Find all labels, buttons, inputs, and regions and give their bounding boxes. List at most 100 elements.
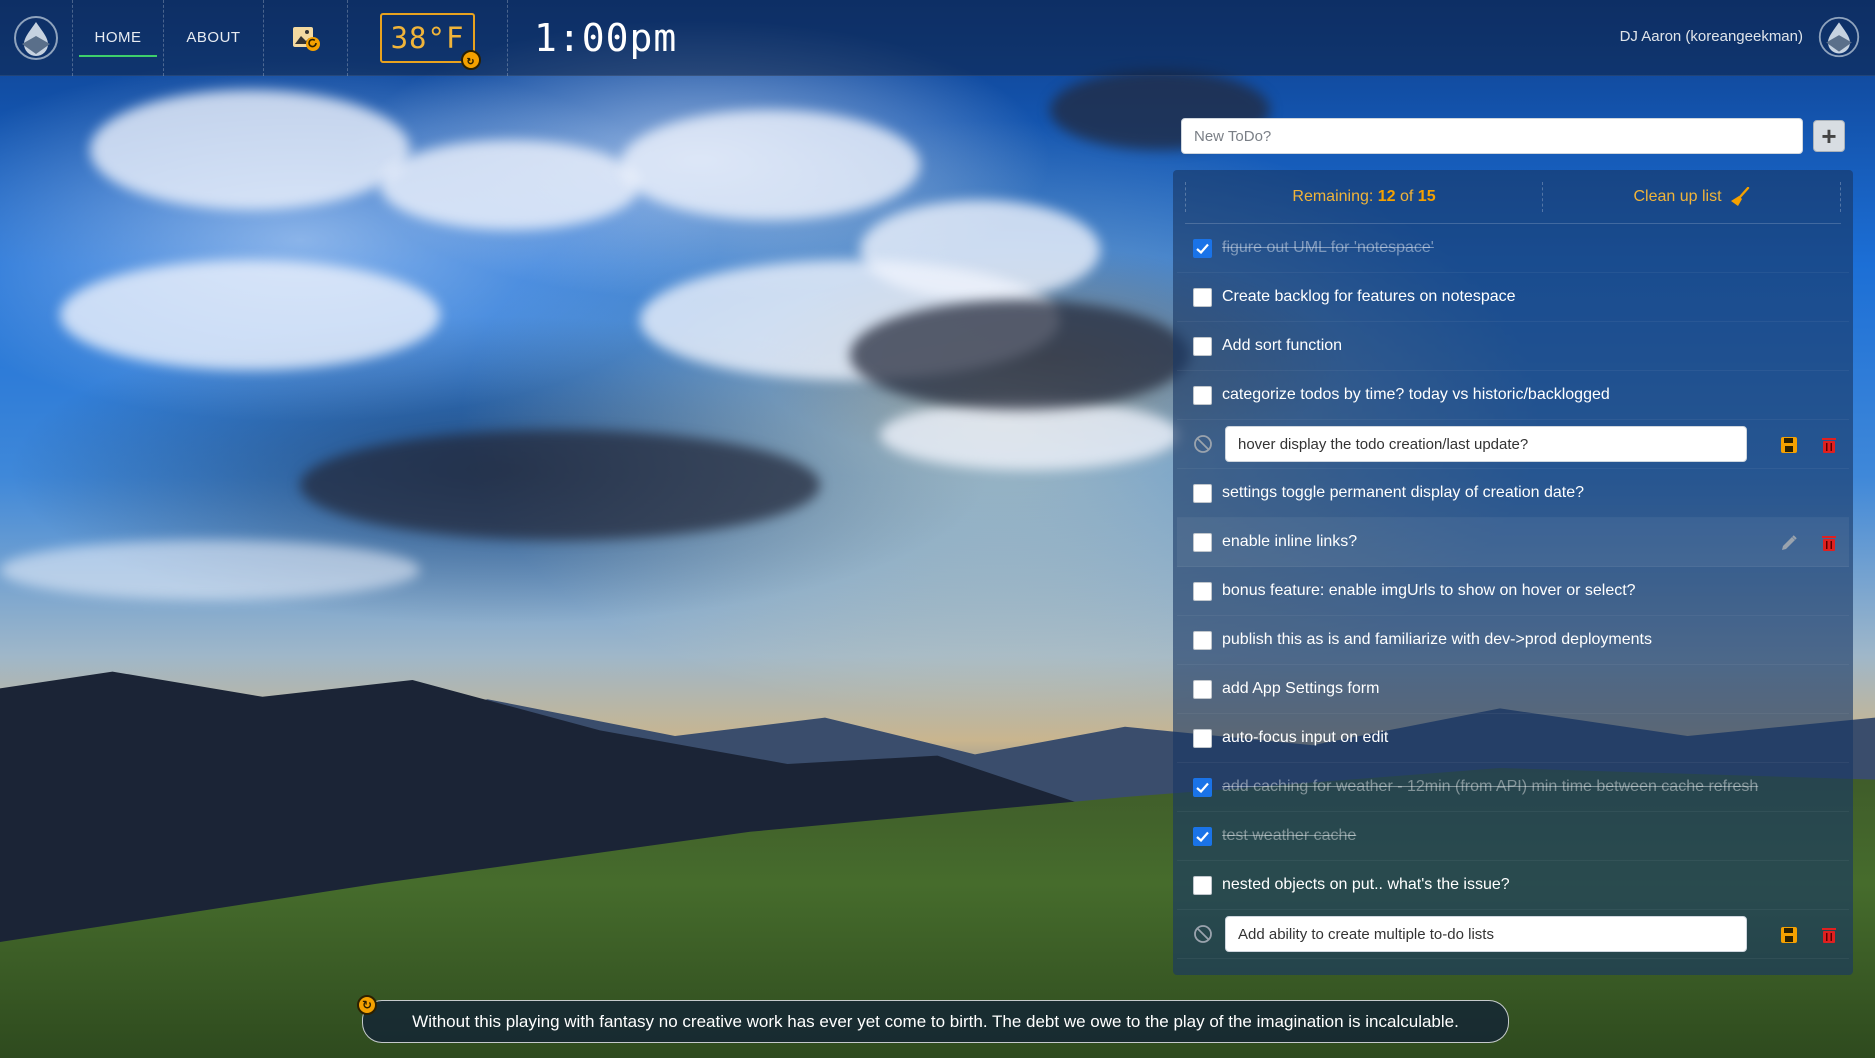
todo-checkbox[interactable] xyxy=(1193,385,1212,405)
todo-checkbox[interactable] xyxy=(1193,483,1212,503)
clock: 1:00pm xyxy=(534,15,678,60)
bg-image-refresh-button[interactable] xyxy=(264,0,348,76)
todo-item[interactable]: add caching for weather - 12min (from AP… xyxy=(1177,763,1849,812)
cloud xyxy=(880,400,1180,470)
todo-checkbox[interactable] xyxy=(1193,532,1212,552)
remaining-counter: Remaining: 12 of 15 xyxy=(1185,181,1543,212)
todo-item[interactable]: enable inline links? xyxy=(1177,518,1849,567)
cancel-icon[interactable] xyxy=(1193,924,1213,944)
todo-item[interactable]: nested objects on put.. what's the issue… xyxy=(1177,861,1849,910)
todo-checkbox[interactable] xyxy=(1193,581,1212,601)
todo-text: categorize todos by time? today vs histo… xyxy=(1222,386,1610,403)
check-icon xyxy=(1196,831,1209,842)
remaining-total: 15 xyxy=(1417,187,1436,205)
broom-icon xyxy=(1730,186,1749,206)
todo-item[interactable]: Create backlog for features on notespace xyxy=(1177,273,1849,322)
clean-up-list-button[interactable]: Clean up list xyxy=(1543,181,1841,212)
remaining-count: 12 xyxy=(1377,187,1396,205)
cloud xyxy=(620,110,920,220)
todo-text: auto-focus input on edit xyxy=(1222,729,1389,746)
todo-edit-input[interactable] xyxy=(1225,426,1747,462)
cloud xyxy=(0,540,420,600)
clean-up-label: Clean up list xyxy=(1633,187,1722,205)
cloud xyxy=(380,140,640,230)
avatar[interactable] xyxy=(1817,15,1861,59)
todo-text: test weather cache xyxy=(1222,827,1357,844)
todo-checkbox[interactable] xyxy=(1193,777,1212,797)
new-todo-form: + xyxy=(1181,118,1851,154)
todo-item[interactable] xyxy=(1177,420,1849,469)
cloud xyxy=(300,430,820,540)
todo-checkbox[interactable] xyxy=(1193,336,1212,356)
weather-widget: 38°F ↻ xyxy=(348,0,508,76)
todo-item[interactable] xyxy=(1177,910,1849,959)
todo-text: publish this as is and familiarize with … xyxy=(1222,631,1652,648)
todo-text: enable inline links? xyxy=(1222,533,1358,550)
todo-text: figure out UML for 'notespace' xyxy=(1222,239,1434,256)
delete-todo-button[interactable] xyxy=(1819,435,1839,455)
todo-item[interactable]: categorize todos by time? today vs histo… xyxy=(1177,371,1849,420)
cloud xyxy=(90,90,410,210)
image-refresh-icon xyxy=(292,26,320,51)
top-navbar: HOME ABOUT 38°F ↻ 1:00pm DJ Aaron (korea… xyxy=(0,0,1875,76)
todo-item[interactable]: settings toggle permanent display of cre… xyxy=(1177,469,1849,518)
trash-icon xyxy=(1822,928,1836,943)
remaining-of: of xyxy=(1395,187,1418,205)
todo-checkbox[interactable] xyxy=(1193,875,1212,895)
todo-text: Add sort function xyxy=(1222,337,1343,354)
save-icon xyxy=(1781,927,1797,943)
todo-text: add App Settings form xyxy=(1222,680,1380,697)
user-name[interactable]: DJ Aaron (koreangeekman) xyxy=(1620,28,1803,45)
save-todo-button[interactable] xyxy=(1779,925,1799,945)
todo-edit-input[interactable] xyxy=(1225,916,1747,952)
quote-text: Without this playing with fantasy no cre… xyxy=(412,1011,1459,1031)
delete-todo-button[interactable] xyxy=(1819,533,1839,553)
add-todo-button[interactable]: + xyxy=(1813,120,1845,152)
quote-banner: ↻ Without this playing with fantasy no c… xyxy=(357,995,1509,1043)
check-icon xyxy=(1196,243,1209,254)
todo-item[interactable]: publish this as is and familiarize with … xyxy=(1177,616,1849,665)
todo-item[interactable]: bonus feature: enable imgUrls to show on… xyxy=(1177,567,1849,616)
save-icon xyxy=(1781,437,1797,453)
todo-checkbox[interactable] xyxy=(1193,238,1212,258)
todo-text: add caching for weather - 12min (from AP… xyxy=(1222,778,1759,795)
todo-text: Create backlog for features on notespace xyxy=(1222,288,1516,305)
brand-logo[interactable] xyxy=(0,0,72,76)
edit-todo-button[interactable] xyxy=(1779,533,1799,553)
todo-text: settings toggle permanent display of cre… xyxy=(1222,484,1585,501)
todo-item[interactable]: Add sort function xyxy=(1177,322,1849,371)
todo-panel-header: Remaining: 12 of 15 Clean up list xyxy=(1185,170,1841,224)
refresh-icon[interactable]: ↻ xyxy=(357,995,377,1015)
pencil-icon xyxy=(1782,535,1797,550)
save-todo-button[interactable] xyxy=(1779,435,1799,455)
delete-todo-button[interactable] xyxy=(1819,925,1839,945)
todo-item[interactable]: auto-focus input on edit xyxy=(1177,714,1849,763)
todo-list: figure out UML for 'notespace' Create bac… xyxy=(1173,224,1853,959)
nav-home-link[interactable]: HOME xyxy=(72,0,164,76)
todo-checkbox[interactable] xyxy=(1193,630,1212,650)
check-icon xyxy=(1196,782,1209,793)
remaining-prefix: Remaining: xyxy=(1292,187,1378,205)
todo-text: bonus feature: enable imgUrls to show on… xyxy=(1222,582,1636,599)
drop-logo-icon xyxy=(1818,16,1860,58)
todo-panel: Remaining: 12 of 15 Clean up list figure… xyxy=(1173,170,1853,975)
cloud xyxy=(850,300,1190,410)
plus-icon: + xyxy=(1821,121,1837,151)
weather-temperature: 38°F xyxy=(390,20,465,55)
todo-checkbox[interactable] xyxy=(1193,287,1212,307)
weather-display[interactable]: 38°F ↻ xyxy=(380,12,481,70)
todo-checkbox[interactable] xyxy=(1193,728,1212,748)
todo-checkbox[interactable] xyxy=(1193,679,1212,699)
refresh-icon[interactable]: ↻ xyxy=(461,49,481,70)
todo-item[interactable]: test weather cache xyxy=(1177,812,1849,861)
new-todo-input[interactable] xyxy=(1181,118,1803,154)
todo-item[interactable]: add App Settings form xyxy=(1177,665,1849,714)
todo-item[interactable]: figure out UML for 'notespace' xyxy=(1177,224,1849,273)
cloud xyxy=(60,260,440,370)
todo-text: nested objects on put.. what's the issue… xyxy=(1222,876,1510,893)
trash-icon xyxy=(1822,438,1836,453)
nav-about-link[interactable]: ABOUT xyxy=(164,0,264,76)
trash-icon xyxy=(1822,536,1836,551)
cancel-icon[interactable] xyxy=(1193,434,1213,454)
todo-checkbox[interactable] xyxy=(1193,826,1212,846)
